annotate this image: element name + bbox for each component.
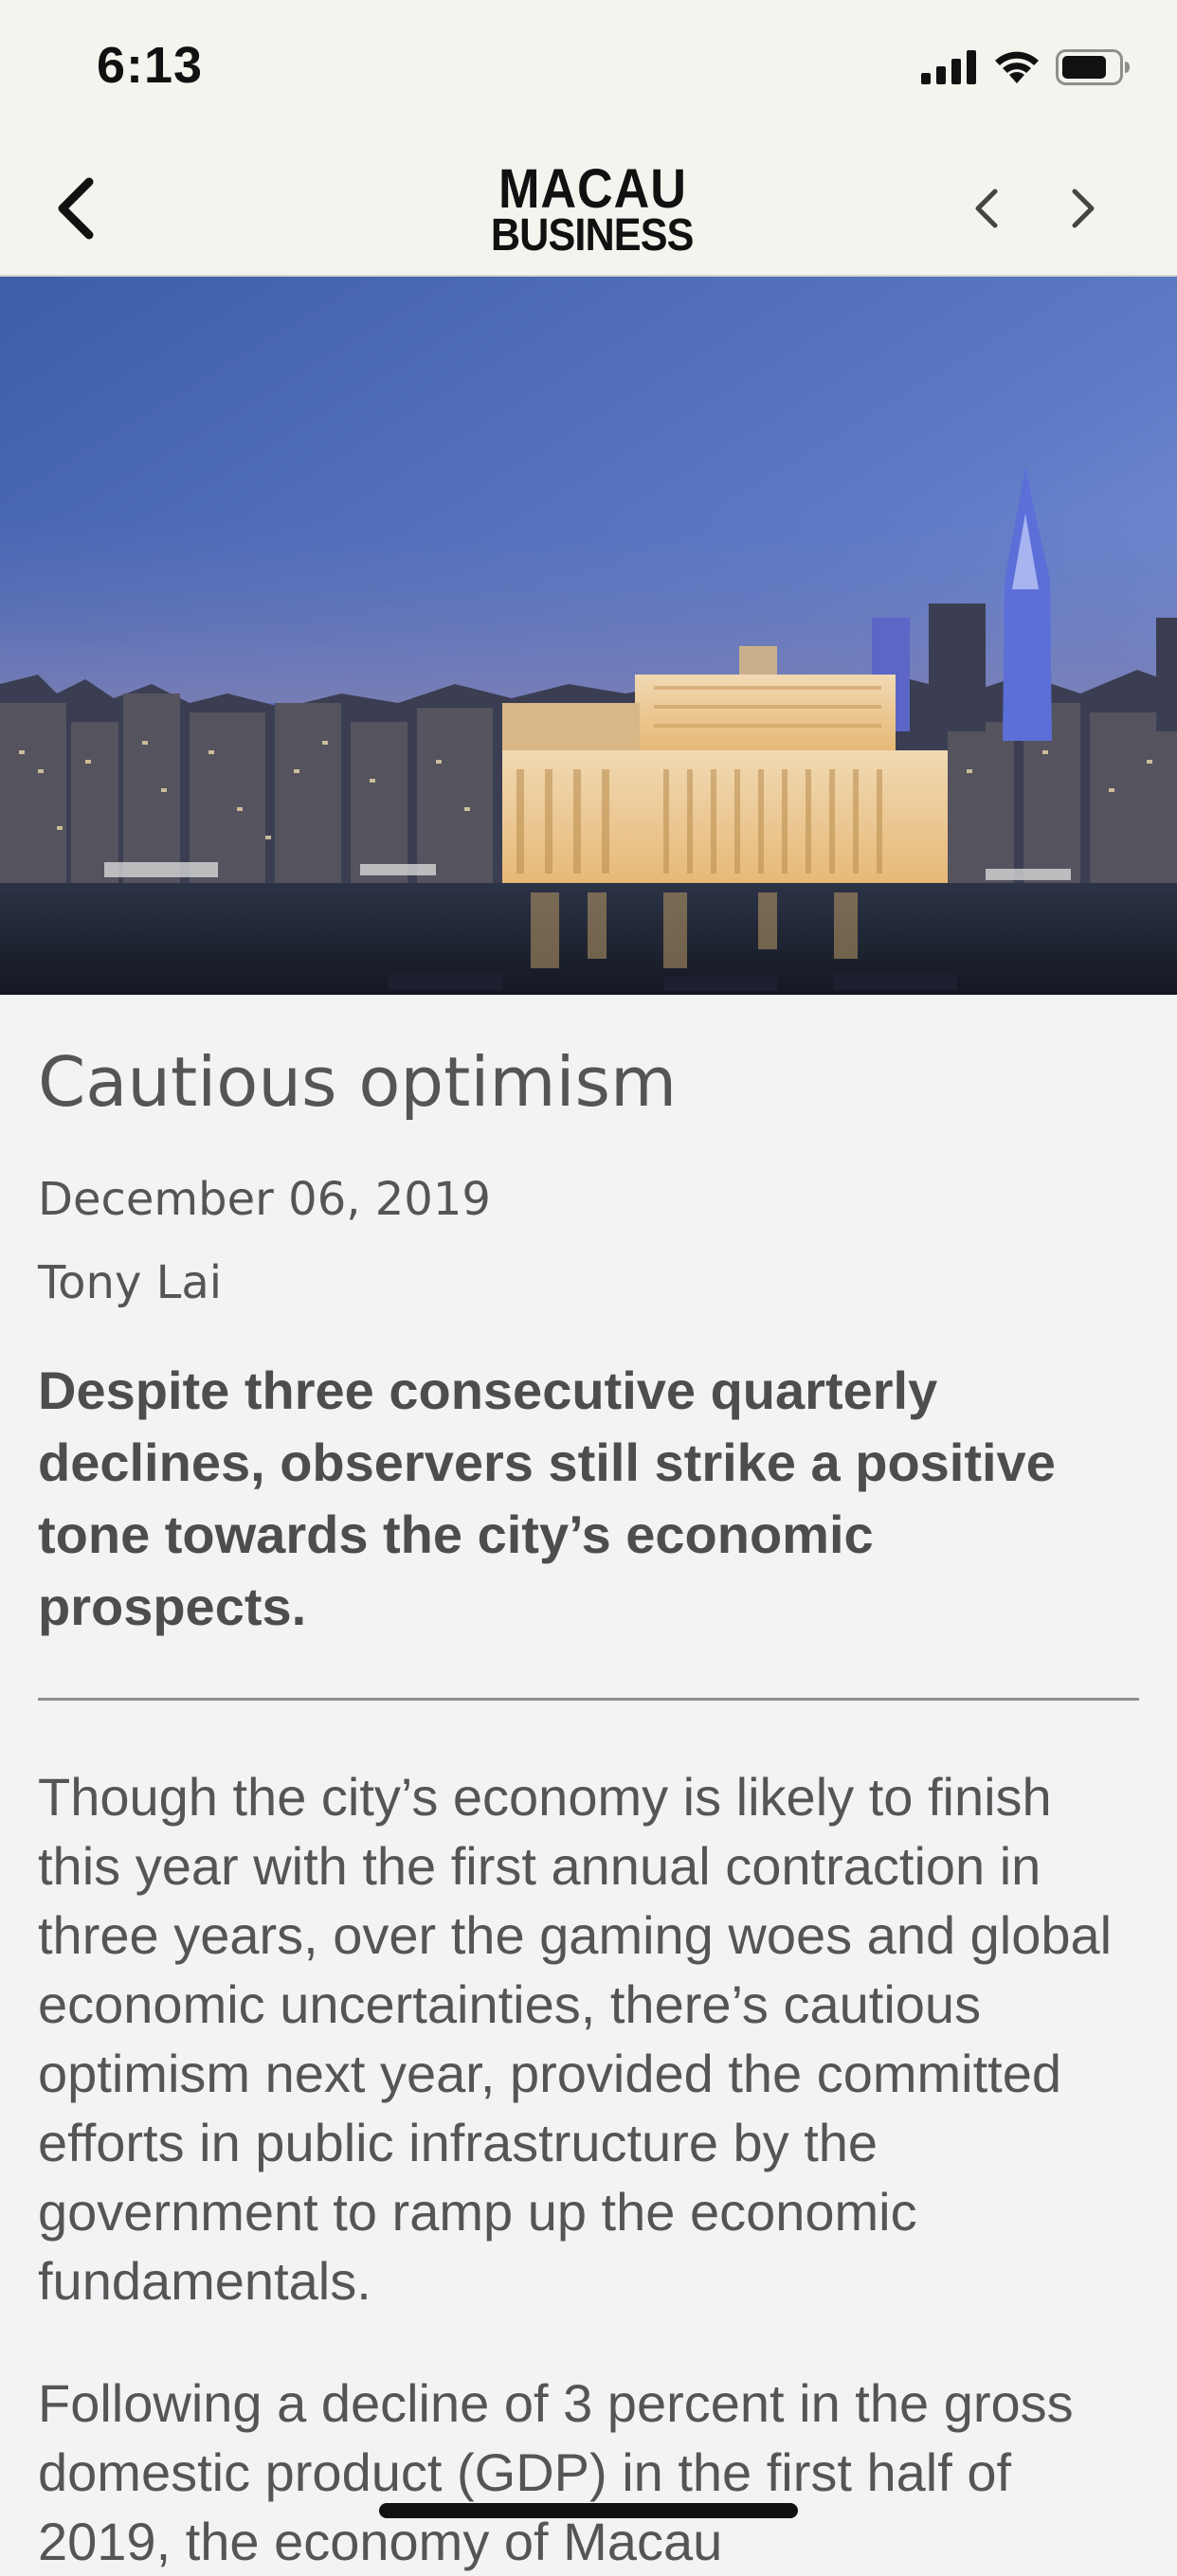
wifi-icon bbox=[995, 51, 1039, 83]
article-title: Cautious optimism bbox=[38, 1042, 678, 1122]
chevron-left-icon bbox=[58, 177, 94, 240]
article-date: December 06, 2019 bbox=[38, 1173, 491, 1226]
home-indicator[interactable] bbox=[379, 2503, 798, 2518]
status-icons bbox=[921, 49, 1132, 85]
article-lead: Despite three consecutive quarterly decl… bbox=[38, 1360, 1056, 1636]
macau-business-logo: MACAU BUSINESS bbox=[479, 158, 706, 261]
nav-bar: MACAU BUSINESS bbox=[0, 142, 1177, 277]
logo-line-2: BUSINESS bbox=[491, 209, 695, 261]
logo-line-1: MACAU bbox=[498, 158, 687, 221]
status-time: 6:13 bbox=[97, 37, 204, 94]
article-author: Tony Lai bbox=[38, 1256, 223, 1309]
article-paragraph: Though the city’s economy is likely to f… bbox=[38, 1767, 1113, 2311]
battery-icon bbox=[1056, 49, 1130, 85]
chevron-left-icon bbox=[975, 189, 998, 228]
divider bbox=[38, 1698, 1139, 1701]
back-button[interactable] bbox=[49, 171, 106, 246]
hero-image bbox=[0, 277, 1177, 995]
status-bar: 6:13 bbox=[0, 0, 1177, 142]
article-paragraph: Following a decline of 3 percent in the … bbox=[38, 2373, 1074, 2571]
chevron-right-icon bbox=[1072, 189, 1095, 228]
previous-article-button[interactable] bbox=[967, 180, 1008, 237]
next-article-button[interactable] bbox=[1061, 180, 1103, 237]
cellular-signal-icon bbox=[921, 50, 976, 84]
